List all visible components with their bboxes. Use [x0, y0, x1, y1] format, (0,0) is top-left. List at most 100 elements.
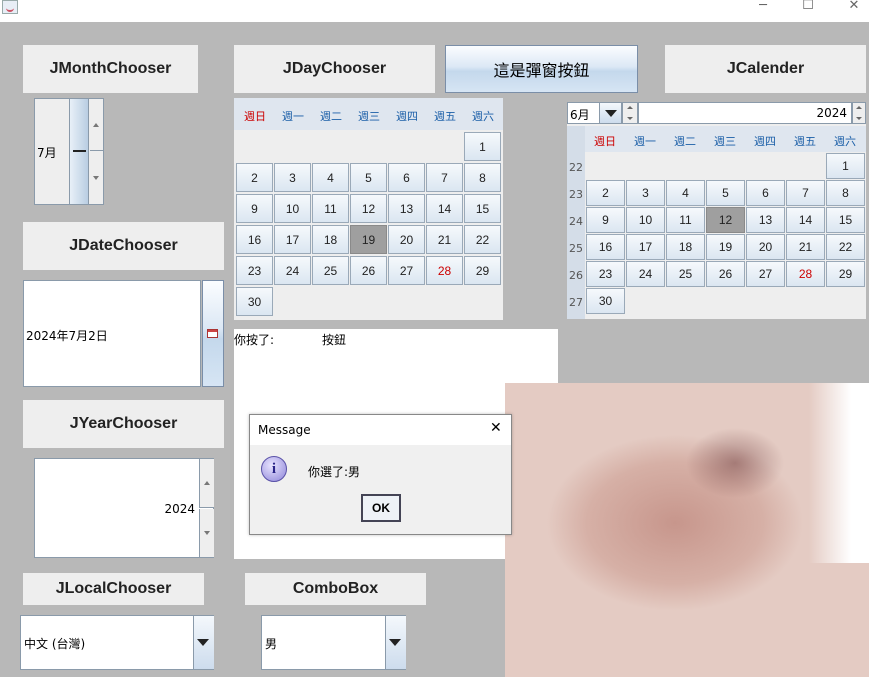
month-chooser[interactable]: 7月	[34, 98, 104, 205]
calendar-day-button[interactable]: 14	[786, 207, 825, 233]
day-button[interactable]: 14	[426, 194, 463, 223]
day-button[interactable]: 4	[312, 163, 349, 192]
day-button[interactable]: 13	[388, 194, 425, 223]
calendar-day-button[interactable]: 3	[626, 180, 665, 206]
day-button[interactable]: 23	[236, 256, 273, 285]
day-button[interactable]: 6	[388, 163, 425, 192]
calendar-day-button[interactable]: 11	[666, 207, 705, 233]
day-chooser-label: JDayChooser	[234, 45, 435, 93]
calendar-day-button[interactable]: 18	[666, 234, 705, 260]
day-button[interactable]: 26	[350, 256, 387, 285]
calendar-day-button[interactable]: 27	[746, 261, 785, 287]
gender-dropdown-icon[interactable]	[385, 616, 406, 669]
calendar-label: JCalender	[665, 45, 866, 93]
locale-combobox[interactable]: 中文 (台灣)	[20, 615, 214, 670]
month-spin-up[interactable]	[90, 99, 103, 151]
day-button[interactable]: 1	[464, 132, 501, 161]
weekday-label: 週六	[472, 110, 494, 123]
calendar-weekday-label: 週六	[834, 135, 856, 148]
year-spin-up[interactable]	[199, 459, 214, 508]
calendar-day-button[interactable]: 23	[586, 261, 625, 287]
day-button[interactable]: 2	[236, 163, 273, 192]
day-button[interactable]: 7	[426, 163, 463, 192]
calendar-day-button[interactable]: 24	[626, 261, 665, 287]
day-button[interactable]: 22	[464, 225, 501, 254]
calendar-day-button[interactable]: 20	[746, 234, 785, 260]
calendar-year-field[interactable]: 2024	[638, 102, 852, 124]
calendar-day-button[interactable]: 13	[746, 207, 785, 233]
day-button[interactable]: 8	[464, 163, 501, 192]
month-spin-down[interactable]	[90, 152, 103, 204]
date-chooser-field[interactable]: 2024年7月2日	[23, 280, 201, 387]
calendar-day-button[interactable]: 29	[826, 261, 865, 287]
calendar-year-spinner[interactable]	[852, 102, 866, 124]
calendar-day-button[interactable]: 4	[666, 180, 705, 206]
calendar-month-dropdown-icon[interactable]	[599, 103, 621, 123]
minimize-button[interactable]: ─	[748, 0, 778, 14]
day-button[interactable]: 9	[236, 194, 273, 223]
title-bar: ─ ☐ ✕	[0, 0, 869, 22]
month-dropdown-button[interactable]	[69, 99, 89, 204]
day-button[interactable]: 24	[274, 256, 311, 285]
locale-dropdown-icon[interactable]	[193, 616, 214, 669]
day-button[interactable]: 17	[274, 225, 311, 254]
weekday-label: 週日	[244, 110, 266, 123]
date-chooser-button[interactable]	[202, 280, 224, 387]
calendar-day-button[interactable]: 30	[586, 288, 625, 314]
calendar-day-button[interactable]: 5	[706, 180, 745, 206]
local-chooser-label: JLocalChooser	[23, 573, 204, 605]
day-button[interactable]: 10	[274, 194, 311, 223]
calendar-day-button[interactable]: 19	[706, 234, 745, 260]
weekday-label: 週二	[320, 110, 342, 123]
calendar-day-button[interactable]: 17	[626, 234, 665, 260]
maximize-button[interactable]: ☐	[793, 0, 823, 14]
locale-value: 中文 (台灣)	[24, 637, 86, 651]
dialog-title: Message	[258, 423, 311, 437]
year-spin-down[interactable]	[199, 509, 214, 557]
day-button[interactable]: 11	[312, 194, 349, 223]
calendar-day-button[interactable]: 25	[666, 261, 705, 287]
calendar-day-button[interactable]: 26	[706, 261, 745, 287]
popup-button[interactable]: 這是彈窗按鈕	[445, 45, 638, 93]
calendar-day-button[interactable]: 7	[786, 180, 825, 206]
day-button[interactable]: 29	[464, 256, 501, 285]
calendar-day-button[interactable]: 8	[826, 180, 865, 206]
day-button[interactable]: 20	[388, 225, 425, 254]
java-icon	[2, 0, 18, 14]
day-button[interactable]: 30	[236, 287, 273, 316]
gender-value: 男	[265, 637, 278, 651]
day-button[interactable]: 12	[350, 194, 387, 223]
calendar-day-button[interactable]: 12	[706, 207, 745, 233]
calendar-day-button[interactable]: 6	[746, 180, 785, 206]
calendar-day-button[interactable]: 9	[586, 207, 625, 233]
combobox-label: ComboBox	[245, 573, 426, 605]
calendar-weekday-label: 週四	[754, 135, 776, 148]
calendar-month-combo[interactable]: 6月	[567, 102, 622, 124]
calendar-day-button[interactable]: 21	[786, 234, 825, 260]
day-button[interactable]: 19	[350, 225, 387, 254]
ok-button[interactable]: OK	[361, 494, 401, 522]
day-button[interactable]: 16	[236, 225, 273, 254]
calendar-day-button[interactable]: 28	[786, 261, 825, 287]
day-button[interactable]: 27	[388, 256, 425, 285]
day-button[interactable]: 18	[312, 225, 349, 254]
close-button[interactable]: ✕	[839, 0, 869, 14]
calendar-month-spinner[interactable]	[622, 102, 638, 124]
gender-combobox[interactable]: 男	[261, 615, 406, 670]
week-number: 26	[569, 269, 583, 282]
year-chooser-label: JYearChooser	[23, 400, 224, 448]
calendar-day-button[interactable]: 15	[826, 207, 865, 233]
dialog-close-button[interactable]: ✕	[490, 420, 502, 436]
calendar-day-button[interactable]: 10	[626, 207, 665, 233]
day-button[interactable]: 21	[426, 225, 463, 254]
calendar-day-button[interactable]: 2	[586, 180, 625, 206]
calendar-day-button[interactable]: 22	[826, 234, 865, 260]
day-button[interactable]: 3	[274, 163, 311, 192]
calendar-day-button[interactable]: 16	[586, 234, 625, 260]
day-button[interactable]: 5	[350, 163, 387, 192]
day-button[interactable]: 28	[426, 256, 463, 285]
calendar-day-button[interactable]: 1	[826, 153, 865, 179]
year-chooser[interactable]: 2024	[34, 458, 214, 558]
day-button[interactable]: 25	[312, 256, 349, 285]
day-button[interactable]: 15	[464, 194, 501, 223]
